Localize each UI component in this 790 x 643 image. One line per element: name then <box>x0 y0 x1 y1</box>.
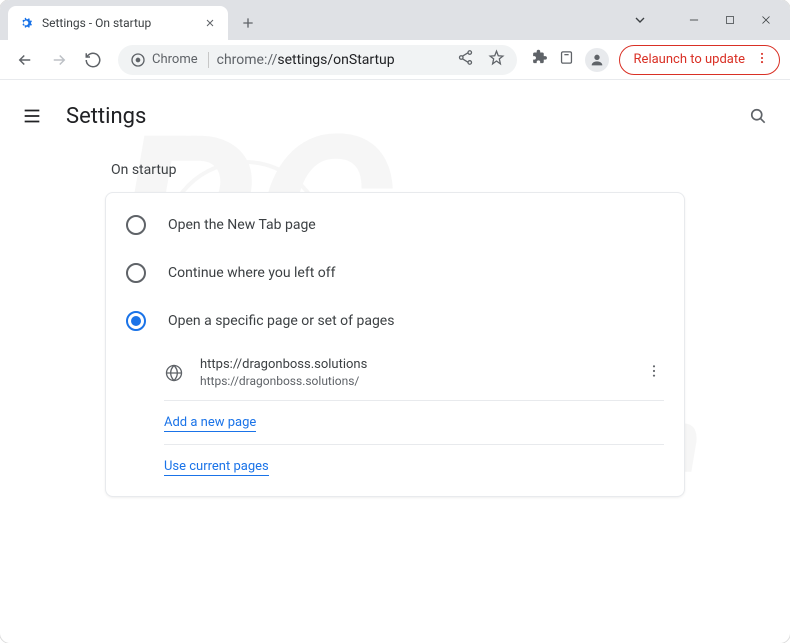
page-title: Settings <box>66 104 146 129</box>
browser-tab[interactable]: Settings - On startup <box>8 6 228 40</box>
on-startup-section: On startup Open the New Tab page Continu… <box>95 162 695 497</box>
radio-option-new-tab[interactable]: Open the New Tab page <box>106 201 684 249</box>
tab-title: Settings - On startup <box>42 16 151 30</box>
startup-pages-list: https://dragonboss.solutions https://dra… <box>164 345 664 488</box>
share-icon[interactable] <box>457 49 474 70</box>
startup-page-title: https://dragonboss.solutions <box>200 357 367 372</box>
page-content: Settings On startup Open the New Tab pag… <box>0 80 790 497</box>
search-button[interactable] <box>746 104 770 128</box>
use-current-row: Use current pages <box>164 445 664 488</box>
radio-icon <box>126 263 146 283</box>
menu-button[interactable] <box>20 104 44 128</box>
radio-icon <box>126 311 146 331</box>
section-title: On startup <box>111 162 685 178</box>
bookmark-icon[interactable] <box>488 49 505 70</box>
site-chip[interactable]: Chrome <box>130 52 209 68</box>
forward-button[interactable] <box>44 45 74 75</box>
chrome-icon <box>130 52 146 68</box>
add-page-row: Add a new page <box>164 401 664 445</box>
more-icon <box>755 51 769 69</box>
new-tab-button[interactable] <box>234 9 262 37</box>
option-label: Open the New Tab page <box>168 217 316 233</box>
url-text: chrome://settings/onStartup <box>217 52 395 68</box>
labs-icon[interactable] <box>558 49 575 70</box>
add-new-page-link[interactable]: Add a new page <box>164 415 256 432</box>
reload-button[interactable] <box>78 45 108 75</box>
globe-icon <box>164 363 184 383</box>
startup-page-url: https://dragonboss.solutions/ <box>200 374 367 388</box>
chevron-down-icon[interactable] <box>622 5 658 35</box>
radio-option-specific-pages[interactable]: Open a specific page or set of pages <box>106 297 684 345</box>
back-button[interactable] <box>10 45 40 75</box>
close-window-button[interactable] <box>748 5 784 35</box>
close-icon[interactable] <box>202 15 218 31</box>
address-bar[interactable]: Chrome chrome://settings/onStartup <box>118 45 517 75</box>
gear-icon <box>18 15 34 31</box>
maximize-button[interactable] <box>712 5 748 35</box>
radio-option-continue[interactable]: Continue where you left off <box>106 249 684 297</box>
toolbar: Chrome chrome://settings/onStartup Relau… <box>0 40 790 80</box>
update-label: Relaunch to update <box>634 52 745 67</box>
settings-card: Open the New Tab page Continue where you… <box>105 192 685 497</box>
extensions-icon[interactable] <box>531 49 548 70</box>
content-header: Settings <box>0 88 790 144</box>
window-controls <box>622 0 784 40</box>
profile-avatar[interactable] <box>585 48 609 72</box>
site-chip-label: Chrome <box>152 52 198 67</box>
radio-icon <box>126 215 146 235</box>
option-label: Open a specific page or set of pages <box>168 313 394 329</box>
minimize-button[interactable] <box>676 5 712 35</box>
use-current-pages-link[interactable]: Use current pages <box>164 459 269 476</box>
row-menu-button[interactable] <box>644 363 664 383</box>
tab-strip: Settings - On startup <box>0 0 790 40</box>
option-label: Continue where you left off <box>168 265 336 281</box>
relaunch-update-button[interactable]: Relaunch to update <box>619 45 780 75</box>
startup-page-row: https://dragonboss.solutions https://dra… <box>164 345 664 401</box>
